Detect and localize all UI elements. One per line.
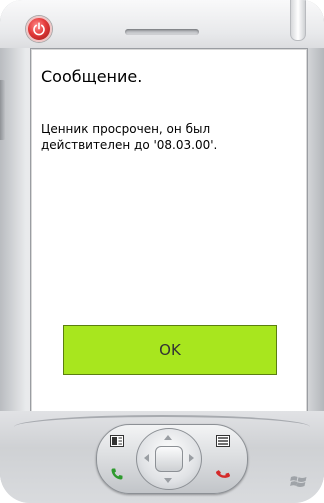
power-icon	[33, 22, 45, 36]
dpad-down-icon[interactable]	[163, 476, 173, 484]
pda-device-frame: Сообщение. Ценник просрочен, он был дейс…	[0, 0, 324, 503]
phone-call-icon	[111, 468, 123, 480]
dialog-title: Сообщение.	[41, 67, 143, 86]
left-softkey[interactable]	[104, 430, 130, 452]
stylus	[290, 0, 306, 41]
right-softkey-icon	[216, 435, 230, 447]
phone-end-icon	[216, 470, 230, 478]
ok-button[interactable]: OK	[63, 325, 277, 375]
dpad-right-icon[interactable]	[186, 454, 196, 462]
dpad-left-icon[interactable]	[141, 454, 151, 462]
left-softkey-icon	[110, 435, 124, 447]
dialog-message: Ценник просрочен, он был действителен до…	[41, 122, 218, 152]
end-key[interactable]	[210, 463, 236, 485]
power-button[interactable]	[26, 16, 52, 42]
device-screen: Сообщение. Ценник просрочен, он был дейс…	[30, 48, 308, 413]
right-softkey[interactable]	[210, 430, 236, 452]
dpad-center-button[interactable]	[155, 446, 183, 472]
dpad-up-icon[interactable]	[163, 433, 173, 441]
windows-logo-icon	[290, 474, 308, 490]
call-key[interactable]	[104, 463, 130, 485]
side-button[interactable]	[0, 80, 6, 140]
speaker-grille	[125, 29, 199, 35]
